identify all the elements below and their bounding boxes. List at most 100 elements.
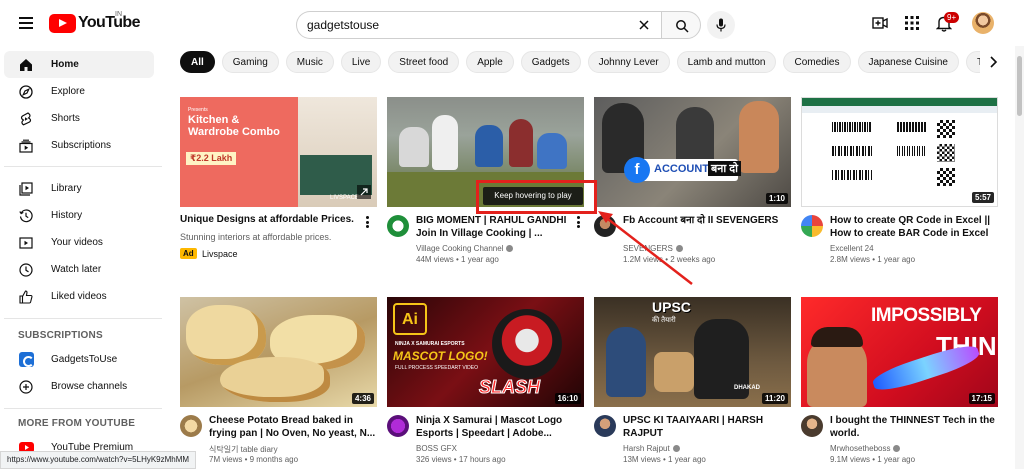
video-card[interactable]: f ACCOUNT बना दो 1:10 Fb Account बना दो … [594,97,791,267]
scrollbar-thumb[interactable] [1017,56,1022,116]
sidebar-item-explore[interactable]: Explore [4,78,154,105]
video-title[interactable]: I bought the THINNEST Tech in the world. [830,414,998,440]
search-button[interactable] [661,11,701,39]
shorts-icon [18,111,34,127]
channel-name[interactable]: Mrwhosetheboss [830,444,901,453]
thumb-big-text: MASCOT LOGO! [393,349,488,363]
video-duration: 4:36 [351,393,374,404]
sidebar-item-label: Explore [51,86,85,97]
more-options-icon[interactable] [366,216,370,228]
thumb-text: UPSC [652,299,691,315]
search-input[interactable] [307,18,627,32]
thumb-tag: DHAKAD [734,385,760,391]
ad-title[interactable]: Unique Designs at affordable Prices. [180,214,370,225]
channel-avatar[interactable] [801,415,823,437]
channel-name[interactable]: SEVENGERS [623,244,683,253]
channel-avatar[interactable] [387,415,409,437]
sidebar-item-label: Subscriptions [51,140,112,151]
account-avatar[interactable] [972,12,994,34]
chip-comedies[interactable]: Comedies [783,51,851,73]
video-card[interactable]: UPSC की तैयारी DHAKAD 11:20 UPSC KI TAAI… [594,297,791,469]
channel-avatar[interactable] [180,415,202,437]
search-box[interactable] [296,11,661,39]
history-icon [18,208,34,224]
video-card[interactable]: IMPOSSIBLY THIN 17:15 I bought the THINN… [801,297,998,469]
create-video-icon[interactable] [872,16,888,30]
sidebar-divider [4,318,162,319]
video-duration: 11:20 [761,393,788,404]
channel-name[interactable]: Village Cooking Channel [416,244,514,253]
boss-gfx-logo-icon: Ai [393,303,427,335]
sidebar-item-label: History [51,210,83,221]
page-scrollbar[interactable] [1015,46,1024,469]
apps-grid-icon[interactable] [905,16,919,30]
ad-thumbnail[interactable]: Presents Kitchen & Wardrobe Combo ₹2.2 L… [180,97,377,207]
sidebar-item-subscriptions[interactable]: Subscriptions [4,132,154,159]
chip-music[interactable]: Music [285,51,334,73]
channel-avatar[interactable] [801,215,823,237]
chip-street-food[interactable]: Street food [388,51,460,73]
video-thumbnail[interactable]: Ai NINJA X SAMURAI ESPORTS MASCOT LOGO! … [387,297,584,407]
sidebar-item-label: Watch later [51,264,102,275]
channel-avatar[interactable] [594,215,616,237]
sidebar-item-home[interactable]: Home [4,51,154,78]
video-thumbnail[interactable]: 4:36 [180,297,377,407]
verified-badge-icon [672,445,680,452]
chip-johnny-lever[interactable]: Johnny Lever [587,51,670,73]
video-card[interactable]: 4:36 Cheese Potato Bread baked in frying… [180,297,377,469]
thumb-text-hindi: की तैयारी [652,317,676,324]
channel-avatar[interactable] [594,415,616,437]
chevron-right-icon[interactable] [985,54,1001,70]
ad-thumb-headline: Kitchen & Wardrobe Combo [188,114,280,138]
video-thumbnail[interactable]: IMPOSSIBLY THIN 17:15 [801,297,998,407]
ad-badge: Ad [180,248,197,259]
video-card[interactable]: 5:57 How to create QR Code in Excel || H… [801,97,998,267]
video-thumbnail[interactable]: 5:57 [801,97,998,207]
video-title[interactable]: How to create QR Code in Excel || How to… [830,214,998,240]
video-card[interactable]: Ai NINJA X SAMURAI ESPORTS MASCOT LOGO! … [387,297,584,469]
ad-card[interactable]: Presents Kitchen & Wardrobe Combo ₹2.2 L… [180,97,377,267]
sidebar-item-liked-videos[interactable]: Liked videos [4,283,154,310]
channel-name[interactable]: Harsh Rajput [623,444,680,453]
chip-gadgets[interactable]: Gadgets [520,51,581,73]
video-title[interactable]: Fb Account बना दो II SEVENGERS [623,214,791,227]
chip-apple[interactable]: Apple [466,51,514,73]
sidebar-item-browse-channels[interactable]: Browse channels [4,373,154,400]
search-icon [676,20,689,33]
sidebar-item-watch-later[interactable]: Watch later [4,256,154,283]
channel-name[interactable]: Excellent 24 [830,244,874,253]
clear-search-icon[interactable] [637,18,651,32]
video-thumbnail[interactable]: UPSC की तैयारी DHAKAD 11:20 [594,297,791,407]
facebook-logo-icon: f [624,157,650,183]
sidebar-item-history[interactable]: History [4,202,154,229]
video-title[interactable]: Ninja X Samurai | Mascot Logo Esports | … [416,414,584,440]
video-meta: 1.2M views • 2 weeks ago [623,255,716,264]
channel-name[interactable]: BOSS GFX [416,444,457,453]
sidebar-item-gadgetstouse[interactable]: GadgetsToUse [4,346,154,373]
video-thumbnail[interactable]: f ACCOUNT बना दो 1:10 [594,97,791,207]
video-title[interactable]: Cheese Potato Bread baked in frying pan … [209,414,377,440]
channel-avatar[interactable] [387,215,409,237]
channel-name[interactable]: 식탁일기 table diary [209,444,278,455]
ad-brand[interactable]: Livspace [202,249,238,259]
video-title[interactable]: BIG MOMENT | RAHUL GANDHI Join In Villag… [416,214,584,240]
chip-trailers[interactable]: Trailers [966,51,980,73]
chip-lamb-and-mutton[interactable]: Lamb and mutton [676,51,777,73]
voice-search-button[interactable] [707,11,735,39]
youtube-play-icon [49,13,76,33]
chip-gaming[interactable]: Gaming [221,51,279,73]
chip-all[interactable]: All [180,51,215,73]
hamburger-menu-icon[interactable] [16,13,36,33]
sidebar-item-label: Shorts [51,113,80,124]
sidebar-item-your-videos[interactable]: Your videos [4,229,154,256]
chip-japanese-cuisine[interactable]: Japanese Cuisine [857,51,959,73]
youtube-logo[interactable]: YouTube [49,13,140,33]
subscriptions-icon [18,138,34,154]
video-meta: 326 views • 17 hours ago [416,455,506,464]
more-options-icon[interactable] [577,216,581,228]
chip-live[interactable]: Live [340,51,382,73]
sidebar-item-library[interactable]: Library [4,175,154,202]
external-link-icon[interactable] [357,185,371,199]
sidebar-item-shorts[interactable]: Shorts [4,105,154,132]
video-title[interactable]: UPSC KI TAAIYAARI | HARSH RAJPUT [623,414,791,440]
